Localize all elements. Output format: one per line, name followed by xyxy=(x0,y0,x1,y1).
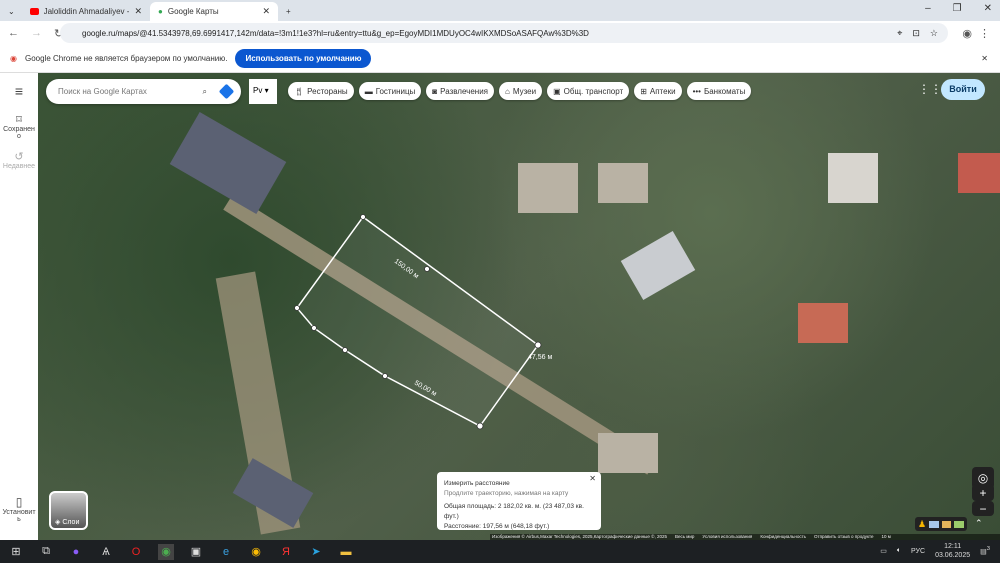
measure-distance-popup: ✕ Измерить расстояние Продлите траектори… xyxy=(437,472,601,530)
volume-icon[interactable]: 🔈︎ xyxy=(897,547,901,555)
map-thumbnail[interactable] xyxy=(954,520,964,528)
sidebar-item-install[interactable]: ▯ Установить xyxy=(0,495,38,523)
notifications-icon[interactable]: ▤3 xyxy=(980,546,990,555)
chrome-taskbar-icon[interactable]: ◉ xyxy=(158,543,174,560)
fork-knife-icon: 🍴︎ xyxy=(294,86,305,96)
sidebar-item-saved[interactable]: ⌑ Сохранено xyxy=(0,113,38,140)
category-chips: 🍴︎ Рестораны ▬ Гостиницы ◙ Развлечения ⌂ Муз… xyxy=(288,82,752,100)
yandex-icon[interactable]: Я xyxy=(278,544,294,560)
measure-vertex[interactable] xyxy=(311,325,317,331)
pharmacy-icon: ⊞ xyxy=(640,86,647,96)
history-icon: ↺ xyxy=(14,151,24,163)
map-bottom-controls: ♟ xyxy=(915,517,967,531)
measure-vertex[interactable] xyxy=(476,422,484,430)
chip-hotels[interactable]: ▬ Гостиницы xyxy=(358,82,422,100)
language-select[interactable]: Рv ▾ xyxy=(249,79,277,104)
task-view-icon[interactable]: ⧉ xyxy=(38,544,54,560)
pegman-icon[interactable]: ♟ xyxy=(918,519,926,530)
opera-icon[interactable]: O xyxy=(128,544,144,560)
layers-button[interactable]: ◈ Слои xyxy=(49,491,88,530)
start-icon[interactable]: ⊞ xyxy=(8,544,24,560)
language-indicator[interactable]: РУС xyxy=(911,548,925,555)
map-thumbnail[interactable] xyxy=(941,520,952,528)
bed-icon: ▬ xyxy=(364,86,373,96)
measure-vertex[interactable] xyxy=(360,214,366,220)
measure-vertex[interactable] xyxy=(294,305,300,311)
bookmark-icon: ⌑ xyxy=(16,114,22,126)
chip-transit[interactable]: ▣ Общ. транспорт xyxy=(547,82,630,100)
measure-label: 47,56 м xyxy=(528,354,552,361)
telegram-icon[interactable]: ➤ xyxy=(308,544,324,560)
windows-taskbar: ⊞ ⧉ ● Ѧ O ◉ ▣ e ◉ Я ➤ ▬ ▭ 🔈︎ РУС 12:11 03.… xyxy=(0,540,1000,563)
chip-pharmacies[interactable]: ⊞ Аптеки xyxy=(634,82,682,100)
measure-vertex[interactable] xyxy=(534,341,542,349)
chip-atms[interactable]: ••• Банкоматы xyxy=(686,82,752,100)
search-box[interactable]: Поиск на Google Картах ⌕ xyxy=(46,79,241,104)
phone-icon: ▯ xyxy=(15,495,23,509)
chrome-icon-2[interactable]: ◉ xyxy=(248,544,264,560)
explorer-icon[interactable]: ▬ xyxy=(338,544,354,560)
chip-entertainment[interactable]: ◙ Развлечения xyxy=(426,82,494,100)
alice-icon[interactable]: ● xyxy=(68,544,84,560)
zoom-out-button[interactable]: − xyxy=(972,501,994,516)
search-icon[interactable]: ⌕ xyxy=(203,87,207,97)
museum-icon: ⌂ xyxy=(505,86,510,96)
clock[interactable]: 12:11 03.06.2025 xyxy=(935,542,970,560)
expand-icon[interactable]: ⌃ xyxy=(975,518,983,529)
measure-vertex[interactable] xyxy=(424,266,430,272)
directions-icon[interactable] xyxy=(218,83,235,100)
camera-icon: ◙ xyxy=(432,86,438,96)
hamburger-menu-icon[interactable]: ≡ xyxy=(0,83,38,99)
sign-in-button[interactable]: Войти xyxy=(941,79,985,100)
map-thumbnail[interactable] xyxy=(929,520,939,528)
apps-grid-icon[interactable]: ⋮⋮ xyxy=(918,82,942,96)
save-app-icon[interactable]: ▣ xyxy=(188,544,204,560)
chip-museums[interactable]: ⌂ Музеи xyxy=(499,82,543,100)
zoom-in-button[interactable]: + xyxy=(972,484,994,501)
measure-vertex[interactable] xyxy=(382,373,388,379)
close-popup-icon[interactable]: ✕ xyxy=(589,474,596,484)
edge-icon[interactable]: e xyxy=(218,544,234,560)
sidebar-item-recent[interactable]: ↺ Недавнее xyxy=(0,150,38,170)
measure-vertex[interactable] xyxy=(342,347,348,353)
atm-icon: ••• xyxy=(692,86,701,96)
bus-icon: ▣ xyxy=(553,86,561,96)
network-icon[interactable]: ▭ xyxy=(880,547,887,555)
maps-sidebar: ≡ ⌑ Сохранено ↺ Недавнее ▯ Установить xyxy=(0,73,38,540)
chip-restaurants[interactable]: 🍴︎ Рестораны xyxy=(288,82,354,100)
chevron-down-icon: ▾ xyxy=(264,86,269,95)
app-icon[interactable]: Ѧ xyxy=(98,544,114,560)
layers-icon: ◈ xyxy=(55,519,61,526)
